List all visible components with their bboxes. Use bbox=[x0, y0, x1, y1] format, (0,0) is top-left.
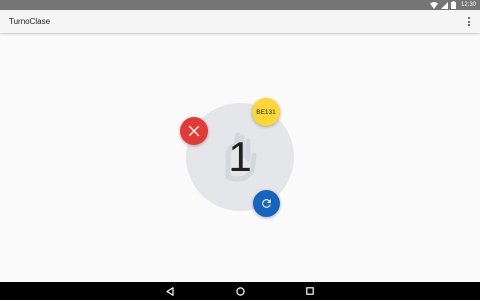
code-badge: BE131 bbox=[252, 98, 280, 126]
battery-icon bbox=[450, 1, 456, 9]
wifi-icon bbox=[429, 1, 438, 9]
refresh-icon bbox=[262, 199, 271, 208]
screen: 12:30 TurnoClase 1 BE131 bbox=[0, 0, 480, 300]
refresh-button[interactable] bbox=[253, 190, 280, 217]
menu-dot bbox=[468, 24, 470, 26]
menu-dot bbox=[468, 20, 470, 23]
menu-dot bbox=[468, 17, 470, 19]
more-vert-icon[interactable] bbox=[464, 15, 474, 29]
status-time: 12:30 bbox=[460, 2, 476, 8]
app-bar: TurnoClase bbox=[0, 10, 480, 33]
navigation-bar bbox=[0, 282, 480, 300]
signal-icon bbox=[440, 1, 448, 9]
recents-icon bbox=[306, 287, 314, 295]
app-title: TurnoClase bbox=[9, 17, 51, 26]
status-bar: 12:30 bbox=[0, 0, 480, 10]
cancel-button[interactable] bbox=[180, 117, 208, 145]
back-icon bbox=[166, 286, 174, 296]
home-icon bbox=[235, 286, 245, 296]
back-button[interactable] bbox=[163, 284, 177, 298]
close-icon bbox=[188, 125, 200, 137]
recents-button[interactable] bbox=[303, 284, 317, 298]
home-button[interactable] bbox=[233, 284, 247, 298]
